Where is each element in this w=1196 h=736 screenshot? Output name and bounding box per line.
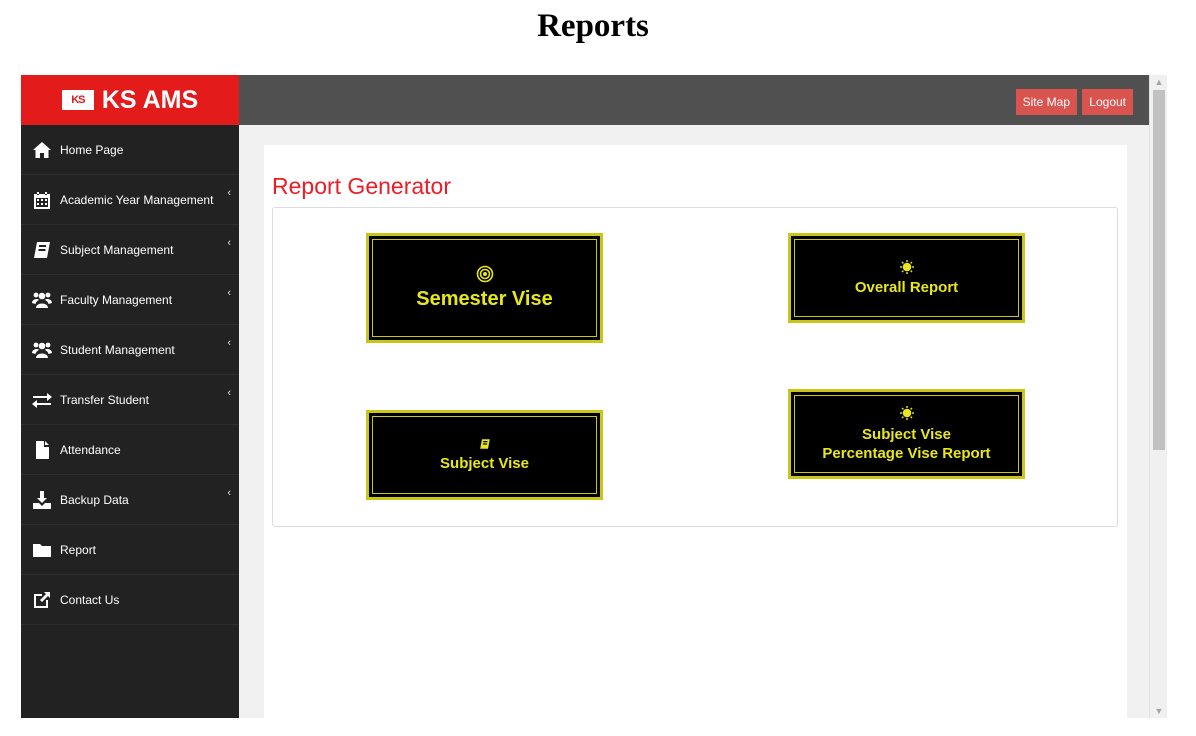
chevron-left-icon: ‹ — [227, 237, 231, 249]
sidebar-item-transfer[interactable]: Transfer Student ‹ — [21, 375, 239, 425]
sidebar-item-subject[interactable]: Subject Management ‹ — [21, 225, 239, 275]
chevron-left-icon: ‹ — [227, 287, 231, 299]
chevron-left-icon: ‹ — [227, 387, 231, 399]
report-options-box: Semester Vise Overall Report Subject Vis… — [272, 207, 1118, 527]
exchange-icon — [31, 390, 53, 410]
file-icon — [31, 440, 53, 460]
sidebar: KS KS AMS Home Page Academic Year Manage… — [21, 75, 239, 718]
chevron-left-icon: ‹ — [227, 487, 231, 499]
sidebar-item-faculty[interactable]: Faculty Management ‹ — [21, 275, 239, 325]
sidebar-item-contact[interactable]: Contact Us — [21, 575, 239, 625]
vertical-scrollbar[interactable]: ▲ ▼ — [1149, 75, 1167, 718]
logout-button[interactable]: Logout — [1082, 89, 1133, 115]
scroll-up-icon[interactable]: ▲ — [1150, 77, 1167, 87]
sidebar-item-label: Contact Us — [60, 592, 120, 607]
overall-report-label: Overall Report — [854, 279, 959, 296]
sidebar-item-academic-year[interactable]: Academic Year Management ‹ — [21, 175, 239, 225]
page-title: Report Generator — [272, 173, 451, 199]
sidebar-item-label: Report — [60, 542, 97, 557]
target-icon — [476, 265, 494, 283]
semester-vise-label: Semester Vise — [416, 288, 553, 310]
sidebar-item-label: Home Page — [60, 142, 124, 157]
sidebar-nav: Home Page Academic Year Management ‹ Sub… — [21, 125, 239, 625]
home-icon — [31, 140, 53, 160]
book-icon — [31, 240, 53, 260]
chevron-left-icon: ‹ — [227, 187, 231, 199]
sidebar-item-attendance[interactable]: Attendance — [21, 425, 239, 475]
download-icon — [31, 490, 53, 510]
subject-vise-label: Subject Vise — [440, 455, 529, 472]
top-navbar: Site Map Logout — [239, 75, 1149, 125]
chevron-left-icon: ‹ — [227, 337, 231, 349]
sidebar-item-home[interactable]: Home Page — [21, 125, 239, 175]
sidebar-item-label: Faculty Management — [60, 292, 173, 307]
subject-vise-button[interactable]: Subject Vise — [366, 410, 603, 500]
subject-percentage-report-button[interactable]: Subject Vise Percentage Vise Report — [788, 389, 1025, 479]
book-icon — [479, 438, 491, 450]
sidebar-item-student[interactable]: Student Management ‹ — [21, 325, 239, 375]
page-heading: Reports — [537, 8, 649, 44]
sun-icon — [899, 260, 914, 274]
subject-percentage-label-line1: Subject Vise — [862, 425, 951, 443]
brand[interactable]: KS KS AMS — [21, 75, 239, 125]
brand-name: KS AMS — [101, 85, 199, 114]
content-panel: Report Generator Semester Vise Overall R… — [264, 145, 1127, 718]
app-frame: KS KS AMS Home Page Academic Year Manage… — [21, 75, 1167, 718]
overall-report-button[interactable]: Overall Report — [788, 233, 1025, 323]
sidebar-item-label: Backup Data — [60, 492, 129, 507]
brand-logo: KS — [61, 90, 94, 110]
sidebar-item-label: Academic Year Management — [60, 192, 214, 207]
sidebar-item-backup[interactable]: Backup Data ‹ — [21, 475, 239, 525]
sidebar-item-label: Transfer Student — [60, 392, 149, 407]
site-map-button[interactable]: Site Map — [1015, 89, 1077, 115]
external-link-icon — [31, 590, 53, 610]
folder-icon — [31, 540, 53, 560]
sidebar-item-label: Student Management — [60, 342, 175, 357]
sidebar-item-label: Attendance — [60, 442, 121, 457]
calendar-icon — [31, 190, 53, 210]
sidebar-item-report[interactable]: Report — [21, 525, 239, 575]
subject-percentage-label-line2: Percentage Vise Report — [822, 444, 991, 462]
scroll-down-icon[interactable]: ▼ — [1150, 706, 1167, 716]
sun-icon — [899, 405, 914, 420]
users-icon — [31, 340, 53, 360]
users-icon — [31, 290, 53, 310]
scroll-thumb[interactable] — [1153, 90, 1165, 450]
sidebar-item-label: Subject Management — [60, 242, 174, 257]
semester-vise-button[interactable]: Semester Vise — [366, 233, 603, 343]
